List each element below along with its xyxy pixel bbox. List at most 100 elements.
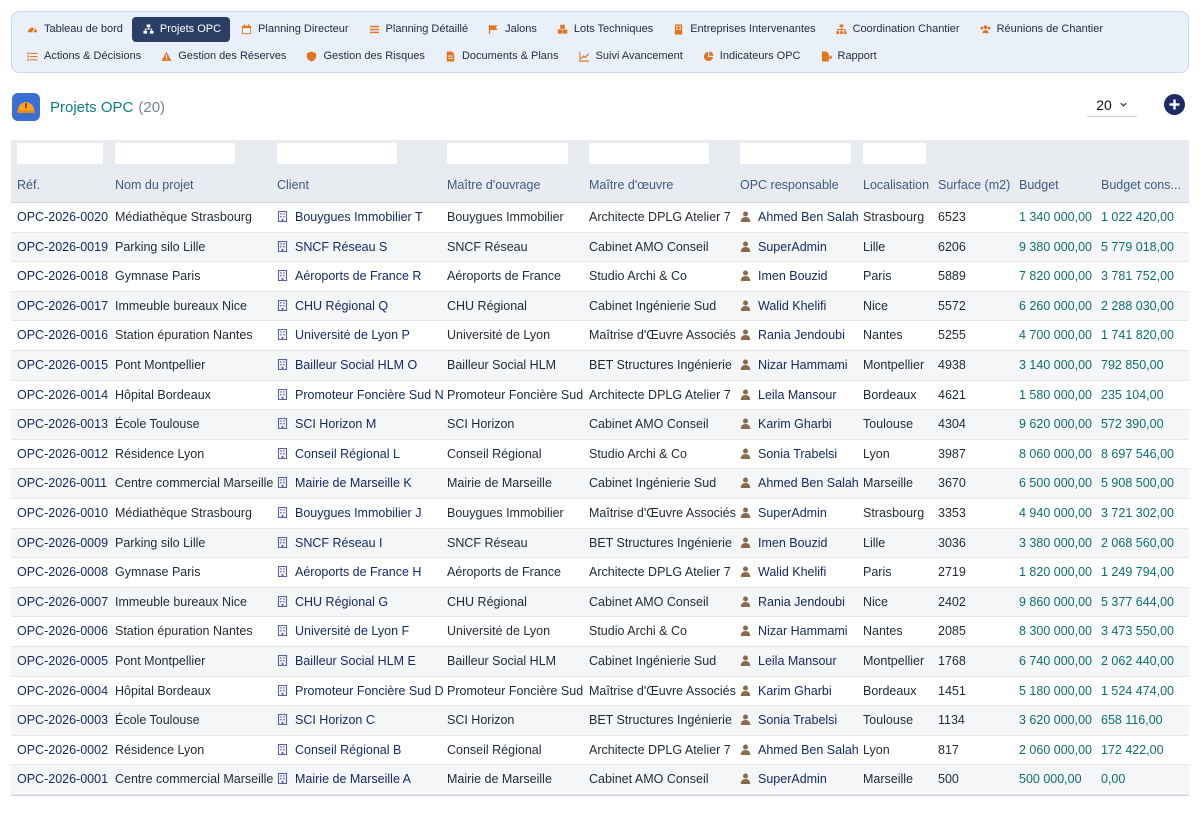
cell-opc-responsible[interactable]: Walid Khelifi: [740, 558, 862, 587]
cell-client[interactable]: SNCF Réseau I: [277, 529, 445, 558]
cell-ref[interactable]: OPC-2026-0013: [17, 410, 113, 439]
column-header-ref[interactable]: Réf.: [17, 168, 113, 203]
cell-opc-responsible[interactable]: Sonia Trabelsi: [740, 706, 862, 735]
table-row[interactable]: OPC-2026-0011 Centre commercial Marseille…: [11, 469, 1189, 499]
table-row[interactable]: OPC-2026-0014 Hôpital Bordeaux Promoteur F…: [11, 381, 1189, 411]
column-header-owner[interactable]: Maître d'ouvrage: [447, 168, 587, 203]
menu-item-planning-directeur[interactable]: Planning Directeur: [230, 17, 358, 42]
cell-opc-responsible[interactable]: Ahmed Ben Salah: [740, 736, 862, 765]
table-row[interactable]: OPC-2026-0016 Station épuration Nantes Uni…: [11, 321, 1189, 351]
cell-opc-responsible[interactable]: Karim Gharbi: [740, 410, 862, 439]
cell-client[interactable]: Promoteur Foncière Sud D: [277, 677, 445, 706]
table-row[interactable]: OPC-2026-0018 Gymnase Paris Aéroports de F…: [11, 262, 1189, 292]
filter-opc-input[interactable]: [740, 143, 851, 164]
cell-opc-responsible[interactable]: Rania Jendoubi: [740, 588, 862, 617]
table-row[interactable]: OPC-2026-0010 Médiathèque Strasbourg Bouyg…: [11, 499, 1189, 529]
menu-item-jalons[interactable]: Jalons: [477, 17, 546, 42]
cell-ref[interactable]: OPC-2026-0014: [17, 381, 113, 410]
cell-ref[interactable]: OPC-2026-0017: [17, 292, 113, 321]
filter-owner-input[interactable]: [447, 143, 568, 164]
menu-item-projets-opc[interactable]: Projets OPC: [131, 16, 231, 42]
table-row[interactable]: OPC-2026-0004 Hôpital Bordeaux Promoteur F…: [11, 677, 1189, 707]
menu-item-actions-decisions[interactable]: Actions & Décisions: [16, 44, 150, 69]
table-row[interactable]: OPC-2026-0019 Parking silo Lille SNCF Rése…: [11, 232, 1189, 263]
table-row[interactable]: OPC-2026-0003 École Toulouse SCI Horizon C…: [11, 706, 1189, 736]
cell-opc-responsible[interactable]: SuperAdmin: [740, 499, 862, 528]
cell-ref[interactable]: OPC-2026-0001: [17, 765, 113, 794]
menu-item-reunions-de-chantier[interactable]: Réunions de Chantier: [969, 17, 1112, 42]
cell-opc-responsible[interactable]: SuperAdmin: [740, 765, 862, 794]
table-row[interactable]: OPC-2026-0015 Pont Montpellier Bailleur So…: [11, 350, 1189, 381]
cell-client[interactable]: Promoteur Foncière Sud N: [277, 381, 445, 410]
cell-client[interactable]: CHU Régional Q: [277, 292, 445, 321]
cell-client[interactable]: Bouygues Immobilier T: [277, 203, 445, 232]
column-header-opc[interactable]: OPC responsable: [740, 168, 862, 203]
cell-client[interactable]: SCI Horizon M: [277, 410, 445, 439]
table-row[interactable]: OPC-2026-0007 Immeuble bureaux Nice CHU Ré…: [11, 587, 1189, 618]
menu-item-tableau-de-bord[interactable]: Tableau de bord: [16, 17, 132, 42]
menu-item-planning-detaille[interactable]: Planning Détaillé: [358, 17, 478, 42]
cell-client[interactable]: Mairie de Marseille K: [277, 469, 445, 498]
cell-ref[interactable]: OPC-2026-0011: [17, 469, 113, 498]
cell-client[interactable]: Conseil Régional L: [277, 440, 445, 469]
cell-client[interactable]: Aéroports de France H: [277, 558, 445, 587]
column-header-client[interactable]: Client: [277, 168, 445, 203]
column-header-architect[interactable]: Maître d'œuvre: [589, 168, 737, 203]
cell-client[interactable]: CHU Régional G: [277, 588, 445, 617]
table-row[interactable]: OPC-2026-0017 Immeuble bureaux Nice CHU Ré…: [11, 291, 1189, 322]
cell-client[interactable]: SNCF Réseau S: [277, 233, 445, 262]
cell-client[interactable]: Bouygues Immobilier J: [277, 499, 445, 528]
cell-ref[interactable]: OPC-2026-0006: [17, 617, 113, 646]
add-project-button[interactable]: [1164, 94, 1185, 115]
cell-opc-responsible[interactable]: SuperAdmin: [740, 233, 862, 262]
cell-opc-responsible[interactable]: Walid Khelifi: [740, 292, 862, 321]
menu-item-lots-techniques[interactable]: Lots Techniques: [546, 17, 662, 42]
column-header-surface[interactable]: Surface (m2): [938, 168, 1018, 203]
cell-ref[interactable]: OPC-2026-0012: [17, 440, 113, 469]
cell-client[interactable]: Aéroports de France R: [277, 262, 445, 291]
cell-opc-responsible[interactable]: Ahmed Ben Salah: [740, 469, 862, 498]
table-row[interactable]: OPC-2026-0002 Résidence Lyon Conseil Régio…: [11, 736, 1189, 766]
table-row[interactable]: OPC-2026-0012 Résidence Lyon Conseil Régio…: [11, 440, 1189, 470]
menu-item-gestion-des-reserves[interactable]: Gestion des Réserves: [150, 44, 295, 69]
table-row[interactable]: OPC-2026-0013 École Toulouse SCI Horizon M…: [11, 410, 1189, 440]
filter-location-input[interactable]: [863, 143, 926, 164]
cell-client[interactable]: Université de Lyon F: [277, 617, 445, 646]
menu-item-gestion-des-risques[interactable]: Gestion des Risques: [295, 44, 434, 69]
table-row[interactable]: OPC-2026-0009 Parking silo Lille SNCF Rése…: [11, 528, 1189, 559]
table-row[interactable]: OPC-2026-0001 Centre commercial Marseille…: [11, 765, 1189, 795]
cell-ref[interactable]: OPC-2026-0004: [17, 677, 113, 706]
column-header-project-name[interactable]: Nom du projet: [115, 168, 275, 203]
cell-opc-responsible[interactable]: Karim Gharbi: [740, 677, 862, 706]
table-row[interactable]: OPC-2026-0008 Gymnase Paris Aéroports de F…: [11, 558, 1189, 588]
table-row[interactable]: OPC-2026-0005 Pont Montpellier Bailleur So…: [11, 646, 1189, 677]
cell-opc-responsible[interactable]: Rania Jendoubi: [740, 321, 862, 350]
cell-opc-responsible[interactable]: Sonia Trabelsi: [740, 440, 862, 469]
cell-client[interactable]: Université de Lyon P: [277, 321, 445, 350]
menu-item-entreprises-intervenantes[interactable]: Entreprises Intervenantes: [662, 17, 824, 42]
cell-ref[interactable]: OPC-2026-0010: [17, 499, 113, 528]
table-row[interactable]: OPC-2026-0020 Médiathèque Strasbourg Bouyg…: [11, 203, 1189, 233]
cell-ref[interactable]: OPC-2026-0020: [17, 203, 113, 232]
menu-item-indicateurs-opc[interactable]: Indicateurs OPC: [692, 44, 810, 69]
cell-ref[interactable]: OPC-2026-0019: [17, 233, 113, 262]
filter-architect-input[interactable]: [589, 143, 709, 164]
filter-client-input[interactable]: [277, 143, 397, 164]
cell-opc-responsible[interactable]: Nizar Hammami: [740, 351, 862, 380]
cell-ref[interactable]: OPC-2026-0002: [17, 736, 113, 765]
menu-item-rapport[interactable]: Rapport: [810, 44, 886, 69]
cell-ref[interactable]: OPC-2026-0018: [17, 262, 113, 291]
cell-ref[interactable]: OPC-2026-0016: [17, 321, 113, 350]
filter-ref-input[interactable]: [17, 143, 103, 164]
cell-opc-responsible[interactable]: Imen Bouzid: [740, 262, 862, 291]
cell-ref[interactable]: OPC-2026-0015: [17, 351, 113, 380]
cell-client[interactable]: Bailleur Social HLM O: [277, 351, 445, 380]
cell-opc-responsible[interactable]: Leila Mansour: [740, 381, 862, 410]
cell-ref[interactable]: OPC-2026-0007: [17, 588, 113, 617]
cell-opc-responsible[interactable]: Leila Mansour: [740, 647, 862, 676]
cell-ref[interactable]: OPC-2026-0009: [17, 529, 113, 558]
page-size-select[interactable]: 20: [1087, 93, 1137, 117]
menu-item-coordination-chantier[interactable]: Coordination Chantier: [825, 17, 969, 42]
cell-ref[interactable]: OPC-2026-0003: [17, 706, 113, 735]
column-header-location[interactable]: Localisation: [863, 168, 937, 203]
